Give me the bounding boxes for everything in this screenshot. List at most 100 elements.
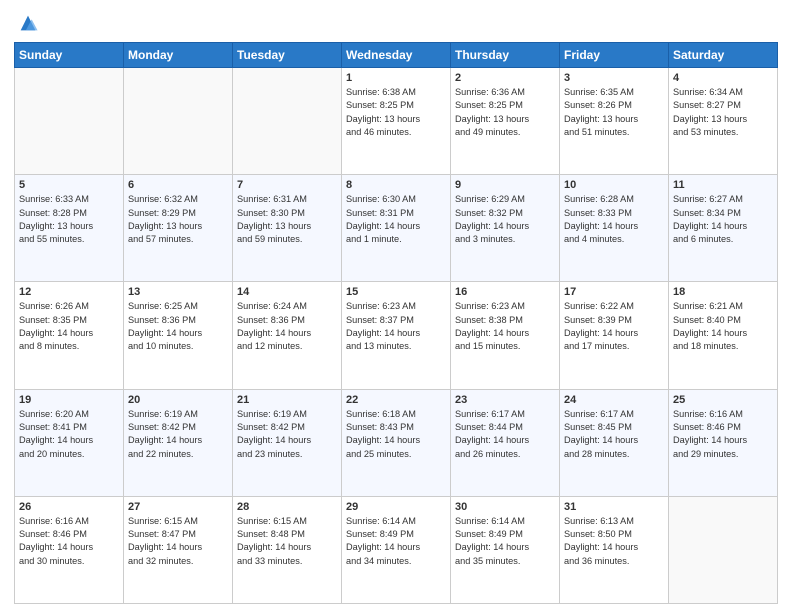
day-number: 31 (564, 501, 664, 513)
day-number: 7 (237, 179, 337, 191)
calendar-cell: 20 Sunrise: 6:19 AM Sunset: 8:42 PM Dayli… (124, 389, 233, 496)
calendar-cell (669, 496, 778, 603)
calendar-cell: 31 Sunrise: 6:13 AM Sunset: 8:50 PM Dayli… (560, 496, 669, 603)
day-info: Sunrise: 6:24 AM Sunset: 8:36 PM Dayligh… (237, 300, 337, 353)
day-number: 23 (455, 394, 555, 406)
calendar-cell: 14 Sunrise: 6:24 AM Sunset: 8:36 PM Dayli… (233, 282, 342, 389)
day-info: Sunrise: 6:25 AM Sunset: 8:36 PM Dayligh… (128, 300, 228, 353)
calendar-cell: 19Sunrise: 6:20 AM Sunset: 8:41 PM Dayli… (15, 389, 124, 496)
calendar-cell: 28 Sunrise: 6:15 AM Sunset: 8:48 PM Dayli… (233, 496, 342, 603)
calendar-cell: 26 Sunrise: 6:16 AM Sunset: 8:46 PM Dayli… (15, 496, 124, 603)
day-info: Sunrise: 6:28 AM Sunset: 8:33 PM Dayligh… (564, 193, 664, 246)
day-info: Sunrise: 6:36 AM Sunset: 8:25 PM Dayligh… (455, 86, 555, 139)
calendar-cell: 21Sunrise: 6:19 AM Sunset: 8:42 PM Dayli… (233, 389, 342, 496)
day-number: 17 (564, 286, 664, 298)
calendar-cell: 6 Sunrise: 6:32 AM Sunset: 8:29 PM Daylig… (124, 175, 233, 282)
calendar-cell: 30 Sunrise: 6:14 AM Sunset: 8:49 PM Dayli… (451, 496, 560, 603)
calendar-week-4: 19Sunrise: 6:20 AM Sunset: 8:41 PM Dayli… (15, 389, 778, 496)
calendar-cell: 13Sunrise: 6:25 AM Sunset: 8:36 PM Dayli… (124, 282, 233, 389)
logo (14, 10, 39, 34)
day-info: Sunrise: 6:29 AM Sunset: 8:32 PM Dayligh… (455, 193, 555, 246)
day-number: 28 (237, 501, 337, 513)
day-number: 27 (128, 501, 228, 513)
day-info: Sunrise: 6:18 AM Sunset: 8:43 PM Dayligh… (346, 408, 446, 461)
day-number: 20 (128, 394, 228, 406)
day-number: 19 (19, 394, 119, 406)
calendar-cell: 11Sunrise: 6:27 AM Sunset: 8:34 PM Dayli… (669, 175, 778, 282)
day-info: Sunrise: 6:23 AM Sunset: 8:37 PM Dayligh… (346, 300, 446, 353)
calendar-cell: 9Sunrise: 6:29 AM Sunset: 8:32 PM Daylig… (451, 175, 560, 282)
day-number: 29 (346, 501, 446, 513)
calendar-cell: 4 Sunrise: 6:34 AM Sunset: 8:27 PM Daylig… (669, 68, 778, 175)
calendar-header-thursday: Thursday (451, 43, 560, 68)
day-info: Sunrise: 6:17 AM Sunset: 8:44 PM Dayligh… (455, 408, 555, 461)
day-number: 5 (19, 179, 119, 191)
calendar-cell: 12 Sunrise: 6:26 AM Sunset: 8:35 PM Dayli… (15, 282, 124, 389)
calendar-header-friday: Friday (560, 43, 669, 68)
day-info: Sunrise: 6:26 AM Sunset: 8:35 PM Dayligh… (19, 300, 119, 353)
day-number: 14 (237, 286, 337, 298)
calendar-cell: 7 Sunrise: 6:31 AM Sunset: 8:30 PM Daylig… (233, 175, 342, 282)
calendar-cell: 8 Sunrise: 6:30 AM Sunset: 8:31 PM Daylig… (342, 175, 451, 282)
day-number: 18 (673, 286, 773, 298)
calendar-week-3: 12 Sunrise: 6:26 AM Sunset: 8:35 PM Dayli… (15, 282, 778, 389)
day-number: 3 (564, 72, 664, 84)
day-info: Sunrise: 6:32 AM Sunset: 8:29 PM Dayligh… (128, 193, 228, 246)
calendar-table: SundayMondayTuesdayWednesdayThursdayFrid… (14, 42, 778, 604)
day-number: 26 (19, 501, 119, 513)
day-number: 24 (564, 394, 664, 406)
day-info: Sunrise: 6:14 AM Sunset: 8:49 PM Dayligh… (346, 515, 446, 568)
calendar-header-wednesday: Wednesday (342, 43, 451, 68)
calendar-cell: 17Sunrise: 6:22 AM Sunset: 8:39 PM Dayli… (560, 282, 669, 389)
calendar-cell: 22 Sunrise: 6:18 AM Sunset: 8:43 PM Dayli… (342, 389, 451, 496)
day-info: Sunrise: 6:35 AM Sunset: 8:26 PM Dayligh… (564, 86, 664, 139)
day-info: Sunrise: 6:30 AM Sunset: 8:31 PM Dayligh… (346, 193, 446, 246)
day-info: Sunrise: 6:15 AM Sunset: 8:47 PM Dayligh… (128, 515, 228, 568)
day-number: 22 (346, 394, 446, 406)
calendar-cell: 18 Sunrise: 6:21 AM Sunset: 8:40 PM Dayli… (669, 282, 778, 389)
day-number: 10 (564, 179, 664, 191)
day-info: Sunrise: 6:33 AM Sunset: 8:28 PM Dayligh… (19, 193, 119, 246)
calendar-cell: 24 Sunrise: 6:17 AM Sunset: 8:45 PM Dayli… (560, 389, 669, 496)
calendar-header-saturday: Saturday (669, 43, 778, 68)
day-info: Sunrise: 6:15 AM Sunset: 8:48 PM Dayligh… (237, 515, 337, 568)
day-number: 12 (19, 286, 119, 298)
day-info: Sunrise: 6:19 AM Sunset: 8:42 PM Dayligh… (128, 408, 228, 461)
day-info: Sunrise: 6:19 AM Sunset: 8:42 PM Dayligh… (237, 408, 337, 461)
logo-icon (17, 12, 39, 34)
calendar-header-row: SundayMondayTuesdayWednesdayThursdayFrid… (15, 43, 778, 68)
calendar-cell: 10 Sunrise: 6:28 AM Sunset: 8:33 PM Dayli… (560, 175, 669, 282)
day-info: Sunrise: 6:16 AM Sunset: 8:46 PM Dayligh… (19, 515, 119, 568)
calendar-cell: 15 Sunrise: 6:23 AM Sunset: 8:37 PM Dayli… (342, 282, 451, 389)
calendar-cell: 23 Sunrise: 6:17 AM Sunset: 8:44 PM Dayli… (451, 389, 560, 496)
day-number: 2 (455, 72, 555, 84)
calendar-cell: 2 Sunrise: 6:36 AM Sunset: 8:25 PM Daylig… (451, 68, 560, 175)
day-number: 15 (346, 286, 446, 298)
calendar-cell: 27 Sunrise: 6:15 AM Sunset: 8:47 PM Dayli… (124, 496, 233, 603)
calendar-cell (233, 68, 342, 175)
calendar-cell: 16Sunrise: 6:23 AM Sunset: 8:38 PM Dayli… (451, 282, 560, 389)
calendar-week-2: 5 Sunrise: 6:33 AM Sunset: 8:28 PM Daylig… (15, 175, 778, 282)
day-info: Sunrise: 6:17 AM Sunset: 8:45 PM Dayligh… (564, 408, 664, 461)
calendar-header-sunday: Sunday (15, 43, 124, 68)
calendar-cell: 1Sunrise: 6:38 AM Sunset: 8:25 PM Daylig… (342, 68, 451, 175)
day-info: Sunrise: 6:14 AM Sunset: 8:49 PM Dayligh… (455, 515, 555, 568)
day-number: 8 (346, 179, 446, 191)
calendar-header-tuesday: Tuesday (233, 43, 342, 68)
calendar-header-monday: Monday (124, 43, 233, 68)
day-info: Sunrise: 6:21 AM Sunset: 8:40 PM Dayligh… (673, 300, 773, 353)
header (14, 10, 778, 34)
day-info: Sunrise: 6:13 AM Sunset: 8:50 PM Dayligh… (564, 515, 664, 568)
day-number: 30 (455, 501, 555, 513)
calendar-cell: 5 Sunrise: 6:33 AM Sunset: 8:28 PM Daylig… (15, 175, 124, 282)
calendar-cell: 3 Sunrise: 6:35 AM Sunset: 8:26 PM Daylig… (560, 68, 669, 175)
day-info: Sunrise: 6:27 AM Sunset: 8:34 PM Dayligh… (673, 193, 773, 246)
day-number: 16 (455, 286, 555, 298)
day-info: Sunrise: 6:34 AM Sunset: 8:27 PM Dayligh… (673, 86, 773, 139)
day-number: 6 (128, 179, 228, 191)
calendar-page: SundayMondayTuesdayWednesdayThursdayFrid… (0, 0, 792, 612)
calendar-week-5: 26 Sunrise: 6:16 AM Sunset: 8:46 PM Dayli… (15, 496, 778, 603)
day-info: Sunrise: 6:31 AM Sunset: 8:30 PM Dayligh… (237, 193, 337, 246)
day-number: 4 (673, 72, 773, 84)
calendar-week-1: 1Sunrise: 6:38 AM Sunset: 8:25 PM Daylig… (15, 68, 778, 175)
